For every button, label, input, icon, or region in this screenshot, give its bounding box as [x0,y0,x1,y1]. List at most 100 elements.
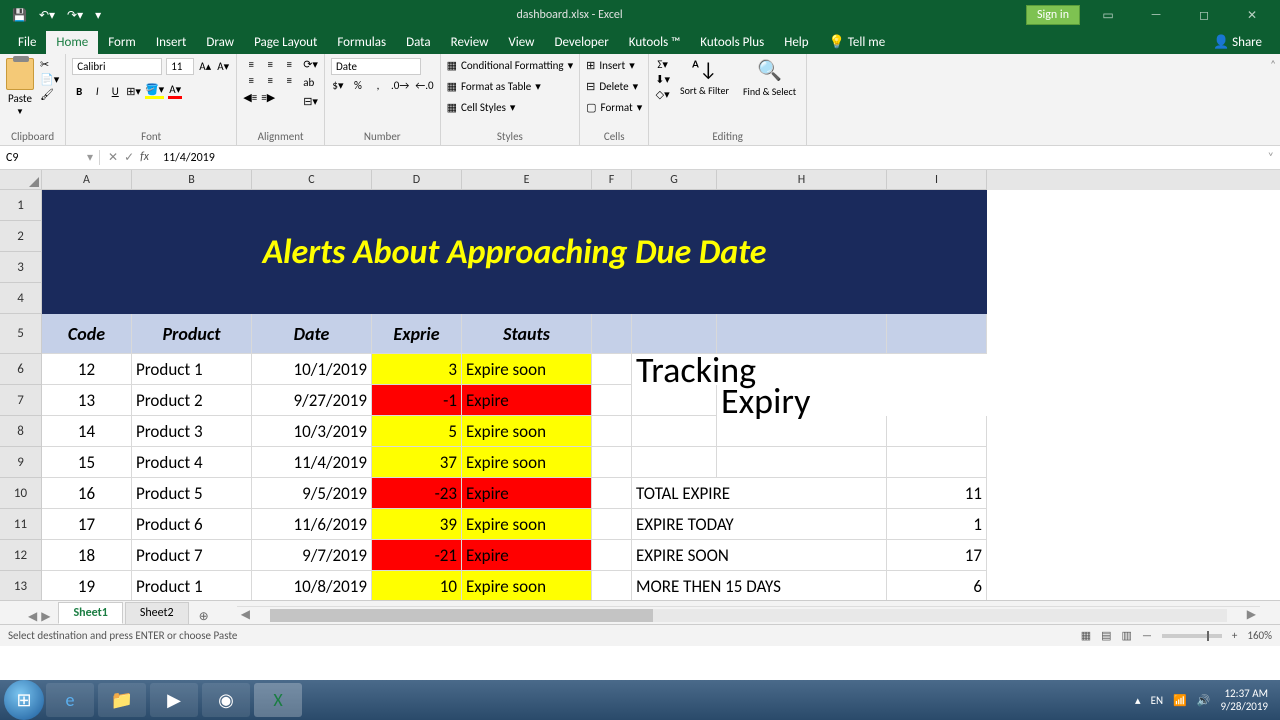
formula-input[interactable]: 11/4/2019 [157,151,1262,165]
cell[interactable]: Expire soon [462,447,592,478]
col-header-D[interactable]: D [372,170,462,190]
cancel-formula-icon[interactable]: ✕ [108,150,118,165]
zoom-in-icon[interactable]: + [1232,629,1237,642]
row-header[interactable]: 4 [0,283,42,314]
cell[interactable] [632,447,717,478]
cell[interactable] [632,385,717,416]
redo-icon[interactable]: ↷▾ [67,8,83,23]
row-header[interactable]: 2 [0,221,42,252]
tab-pagelayout[interactable]: Page Layout [244,31,327,54]
number-format-select[interactable]: Date [331,58,421,75]
format-as-table-button[interactable]: ▦ Format as Table ▾ [447,79,541,94]
cell[interactable]: Product 1 [132,354,252,385]
sort-filter-button[interactable]: ᴬ↓ Sort & Filter [676,58,733,97]
tab-form[interactable]: Form [98,31,146,54]
cell[interactable]: MORE THEN 15 DAYS [632,571,887,600]
cell[interactable]: 10/8/2019 [252,571,372,600]
col-header-B[interactable]: B [132,170,252,190]
cell[interactable]: Expire soon [462,354,592,385]
sheet-tab-sheet2[interactable]: Sheet2 [125,602,189,624]
conditional-formatting-button[interactable]: ▦ Conditional Formatting ▾ [447,58,574,73]
tray-language[interactable]: EN [1151,694,1163,707]
row-header[interactable]: 8 [0,416,42,447]
cell[interactable] [887,416,987,447]
cell[interactable]: 16 [42,478,132,509]
col-header-E[interactable]: E [462,170,592,190]
row-header[interactable]: 10 [0,478,42,509]
cut-icon[interactable]: ✂ [40,58,59,71]
hscroll-right-icon[interactable]: ▶ [1243,607,1260,624]
cell[interactable]: Expire soon [462,416,592,447]
hscroll-left-icon[interactable]: ◀ [237,607,254,624]
header-cell[interactable]: Stauts [462,314,592,354]
hscroll-thumb[interactable] [270,609,653,622]
align-center-icon[interactable]: ≡ [262,74,278,87]
tray-volume-icon[interactable]: 🔊 [1197,694,1211,707]
header-cell[interactable]: Code [42,314,132,354]
undo-icon[interactable]: ↶▾ [39,8,55,23]
cell[interactable] [887,447,987,478]
header-cell[interactable]: Date [252,314,372,354]
cell[interactable]: 10/1/2019 [252,354,372,385]
sheet-nav-next-icon[interactable]: ▶ [41,609,50,624]
zoom-out-icon[interactable]: — [1142,629,1152,642]
zoom-level[interactable]: 160% [1247,629,1272,642]
maximize-icon[interactable]: ◻ [1184,8,1224,23]
merge-center-button[interactable]: ⊟▾ [303,94,318,109]
taskbar-excel-icon[interactable]: X [254,683,302,717]
clear-icon[interactable]: ◇▾ [655,88,670,101]
cell[interactable]: 15 [42,447,132,478]
cell[interactable]: 11 [887,478,987,509]
tab-home[interactable]: Home [46,31,98,54]
view-normal-icon[interactable]: ▦ [1081,629,1091,642]
col-header-A[interactable]: A [42,170,132,190]
cell[interactable]: Expire soon [462,509,592,540]
help-lightbulb-icon[interactable]: 💡 Tell me [819,31,896,54]
ribbon-display-icon[interactable]: ▭ [1088,8,1128,23]
cell[interactable]: Expire [462,478,592,509]
tab-formulas[interactable]: Formulas [327,31,396,54]
cell[interactable]: Expire [462,385,592,416]
spreadsheet-grid[interactable]: 1234Alerts About Approaching Due Date5Co… [0,190,1280,600]
increase-decimal-icon[interactable]: .0→ [391,79,409,92]
cell[interactable]: 39 [372,509,462,540]
cell[interactable] [592,540,632,571]
cell[interactable]: Expire soon [462,571,592,600]
cell[interactable]: 3 [372,354,462,385]
qat-customize-icon[interactable]: ▾ [95,8,101,23]
cell[interactable] [632,416,717,447]
cell[interactable]: EXPIRE SOON [632,540,887,571]
col-header-I[interactable]: I [887,170,987,190]
col-header-H[interactable]: H [717,170,887,190]
cell[interactable]: -23 [372,478,462,509]
start-button[interactable] [4,680,44,720]
cell[interactable]: 6 [887,571,987,600]
view-layout-icon[interactable]: ▤ [1101,629,1111,642]
taskbar-chrome-icon[interactable]: ◉ [202,683,250,717]
align-left-icon[interactable]: ≡ [243,74,259,87]
cell[interactable] [592,354,632,385]
collapse-ribbon-icon[interactable]: ˄ [1266,54,1280,145]
bold-button[interactable]: B [72,85,86,98]
cell[interactable]: 9/7/2019 [252,540,372,571]
tab-review[interactable]: Review [441,31,499,54]
cell[interactable]: 14 [42,416,132,447]
cell[interactable]: TOTAL EXPIRE [632,478,887,509]
fill-color-icon[interactable]: 🪣▾ [145,83,164,99]
tab-file[interactable]: File [8,31,46,54]
tab-data[interactable]: Data [396,31,441,54]
decrease-font-icon[interactable]: A▾ [216,60,230,73]
delete-cells-button[interactable]: ⊟ Delete ▾ [586,79,638,94]
cell[interactable]: 17 [887,540,987,571]
percent-icon[interactable]: % [351,79,365,92]
minimize-icon[interactable]: — [1136,8,1176,22]
taskbar-clock[interactable]: 12:37 AM9/28/2019 [1220,687,1268,713]
italic-button[interactable]: I [90,85,104,98]
cell[interactable] [592,571,632,600]
font-color-icon[interactable]: A▾ [168,83,182,99]
decrease-indent-icon[interactable]: ◀≡ [243,91,257,104]
new-sheet-button[interactable]: ⊕ [191,609,217,624]
sheet-tab-sheet1[interactable]: Sheet1 [58,602,122,624]
cell[interactable]: 5 [372,416,462,447]
select-all-button[interactable] [0,170,42,190]
